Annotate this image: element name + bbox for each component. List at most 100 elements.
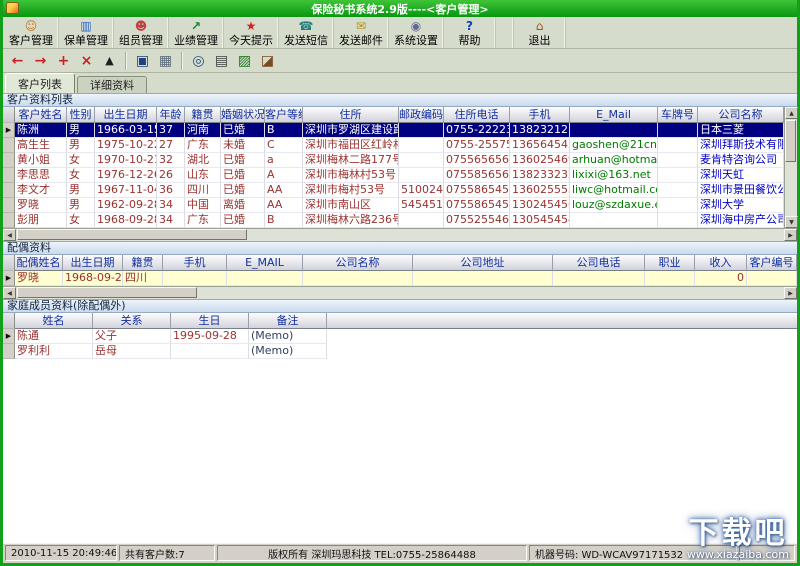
- column-header[interactable]: 公司地址: [413, 255, 553, 271]
- toolbar-send-email-button[interactable]: ✉ 发送邮件: [334, 17, 389, 48]
- column-header[interactable]: 公司名称: [303, 255, 413, 271]
- column-header[interactable]: 客户姓名: [15, 107, 67, 123]
- column-header[interactable]: 姓名: [15, 313, 93, 329]
- window-title: 保险秘书系统2.9版----<客户管理>: [311, 2, 489, 16]
- customer-grid-header: 客户姓名性别出生日期年龄籍贯婚姻状况客户等级住所邮政编码住所电话手机E_Mail…: [3, 107, 784, 123]
- tab-detail-info[interactable]: 详细资料: [77, 76, 147, 93]
- title-bar[interactable]: 保险秘书系统2.9版----<客户管理>: [3, 0, 797, 17]
- customer-hscroll-track[interactable]: [16, 229, 784, 241]
- toolbar-customer-button[interactable]: ☺ 客户管理: [4, 17, 59, 48]
- family-grid-empty-area: [3, 359, 797, 543]
- export-button[interactable]: ▨: [233, 50, 256, 71]
- cell: [570, 123, 658, 138]
- column-header[interactable]: 客户等级: [265, 107, 303, 123]
- scroll-left-icon[interactable]: ◀: [3, 287, 16, 299]
- cell: [413, 271, 553, 286]
- column-header[interactable]: 住所: [303, 107, 399, 123]
- row-indicator: [3, 168, 15, 183]
- column-header[interactable]: 收入: [695, 255, 747, 271]
- table-row[interactable]: 彭朋女1968-09-2834广东已婚B深圳梅林六路236号 0755255464…: [3, 213, 784, 228]
- spouse-hscrollbar[interactable]: ◀ ▶: [3, 286, 797, 299]
- customer-vscroll-thumb[interactable]: [785, 120, 796, 162]
- scroll-right-icon[interactable]: ▶: [784, 229, 797, 241]
- column-header[interactable]: 公司电话: [553, 255, 645, 271]
- cell: 男: [67, 183, 95, 198]
- column-header[interactable]: 职业: [645, 255, 695, 271]
- toolbar-policy-button[interactable]: ▥ 保单管理: [59, 17, 114, 48]
- cell: [227, 271, 303, 286]
- toolbar-settings-button[interactable]: ◉ 系统设置: [389, 17, 444, 48]
- customer-vscrollbar[interactable]: ▲ ▼: [784, 107, 798, 228]
- column-header[interactable]: 备注: [249, 313, 327, 329]
- preview-button[interactable]: ◎: [187, 50, 210, 71]
- table-row[interactable]: 高生生男1975-10-2227广东未婚C深圳市福田区红岭村小 0755-2557…: [3, 138, 784, 153]
- table-row[interactable]: 罗晓男1962-09-2834中国离婚AA深圳市南山区5454512607558…: [3, 198, 784, 213]
- spouse-hscroll-track[interactable]: [16, 287, 784, 299]
- next-record-button[interactable]: →: [29, 50, 52, 71]
- column-header[interactable]: 年龄: [157, 107, 185, 123]
- column-header[interactable]: 籍贯: [185, 107, 221, 123]
- insert-record-button[interactable]: +: [52, 50, 75, 71]
- customer-section-title: 客户资料列表: [3, 93, 797, 107]
- row-filler: [327, 329, 797, 344]
- toolbar-reminder-button[interactable]: ★ 今天提示: [224, 17, 279, 48]
- cell: 男: [67, 123, 95, 138]
- toolbar-sms-button[interactable]: ☎ 发送短信: [279, 17, 334, 48]
- column-header[interactable]: 婚姻状况: [221, 107, 265, 123]
- table-row[interactable]: 罗利利 岳母 (Memo): [3, 344, 797, 359]
- save-button[interactable]: ▣: [131, 50, 154, 71]
- toolbar-help-button[interactable]: ? 帮助: [444, 17, 496, 48]
- toolbar-exit-button[interactable]: ⌂ 退出: [514, 17, 566, 48]
- post-edit-button[interactable]: ▲: [98, 50, 121, 71]
- column-header[interactable]: 手机: [163, 255, 227, 271]
- delete-record-button[interactable]: ×: [75, 50, 98, 71]
- cell: louz@szdaxue.ed.cn: [570, 198, 658, 213]
- tab-customer-list[interactable]: 客户列表: [5, 73, 75, 93]
- cell: [553, 271, 645, 286]
- column-header[interactable]: 出生日期: [95, 107, 157, 123]
- column-header[interactable]: 配偶姓名: [15, 255, 63, 271]
- scroll-left-icon[interactable]: ◀: [3, 229, 16, 241]
- cell: 李文才: [15, 183, 67, 198]
- table-row[interactable]: ▶ 罗晓 1968-09-28 四川 0: [3, 271, 797, 286]
- cell: 已婚: [221, 168, 265, 183]
- scroll-down-icon[interactable]: ▼: [785, 216, 798, 228]
- family-grid-header: 姓名 关系 生日 备注: [3, 313, 797, 329]
- toolbar-team-button[interactable]: ☻ 组员管理: [114, 17, 169, 48]
- scroll-up-icon[interactable]: ▲: [785, 107, 798, 119]
- print-button[interactable]: ▤: [210, 50, 233, 71]
- spouse-hscroll-thumb[interactable]: [17, 287, 197, 298]
- column-header[interactable]: 出生日期: [63, 255, 123, 271]
- column-header[interactable]: 性别: [67, 107, 95, 123]
- table-row[interactable]: 李思思女1976-12-2626山东已婚A深圳市梅林村53号 0755856565…: [3, 168, 784, 183]
- column-header[interactable]: 车牌号: [658, 107, 698, 123]
- prior-record-button[interactable]: ←: [6, 50, 29, 71]
- column-header[interactable]: 邮政编码: [399, 107, 444, 123]
- table-row[interactable]: ▶陈洲男1966-03-1537河南已婚B深圳市罗湖区建设路35 0755-222…: [3, 123, 784, 138]
- table-row[interactable]: 黄小姐女 1970-10-21 32 湖北 已婚 a 深圳梅林二路177号 075565656…: [3, 153, 784, 168]
- column-header[interactable]: 住所电话: [444, 107, 510, 123]
- column-header[interactable]: 客户编号: [747, 255, 797, 271]
- customer-vscroll-track[interactable]: [785, 119, 797, 216]
- cell: [645, 271, 695, 286]
- column-header[interactable]: 手机: [510, 107, 570, 123]
- column-header[interactable]: 籍贯: [123, 255, 163, 271]
- cell: 河南: [185, 123, 221, 138]
- table-row[interactable]: ▶ 陈通 父子 1995-09-28 (Memo): [3, 329, 797, 344]
- calculator-button[interactable]: ▦: [154, 50, 177, 71]
- toolbar-performance-button[interactable]: ↗ 业绩管理: [169, 17, 224, 48]
- column-header[interactable]: 公司名称: [698, 107, 784, 123]
- spouse-grid-columns: 配偶姓名 出生日期 籍贯 手机 E_MAIL 公司名称 公司地址 公司电话 职业 收入 客户编号 ▶…: [3, 255, 797, 286]
- table-row[interactable]: 李文才男 1967-11-04 36 四川 已婚 AA 深圳市梅村53号 510024 0755…: [3, 183, 784, 198]
- exit-app-button[interactable]: ◪: [256, 50, 279, 71]
- team-icon: ☻: [134, 18, 148, 33]
- column-header[interactable]: 生日: [171, 313, 249, 329]
- column-header[interactable]: 关系: [93, 313, 171, 329]
- column-header[interactable]: E_Mail: [570, 107, 658, 123]
- customer-hscrollbar[interactable]: ◀ ▶: [3, 228, 797, 241]
- scroll-right-icon[interactable]: ▶: [784, 287, 797, 299]
- cell: 深圳市南山区: [303, 198, 399, 213]
- header-filler: [327, 313, 797, 329]
- column-header[interactable]: E_MAIL: [227, 255, 303, 271]
- customer-hscroll-thumb[interactable]: [17, 229, 247, 240]
